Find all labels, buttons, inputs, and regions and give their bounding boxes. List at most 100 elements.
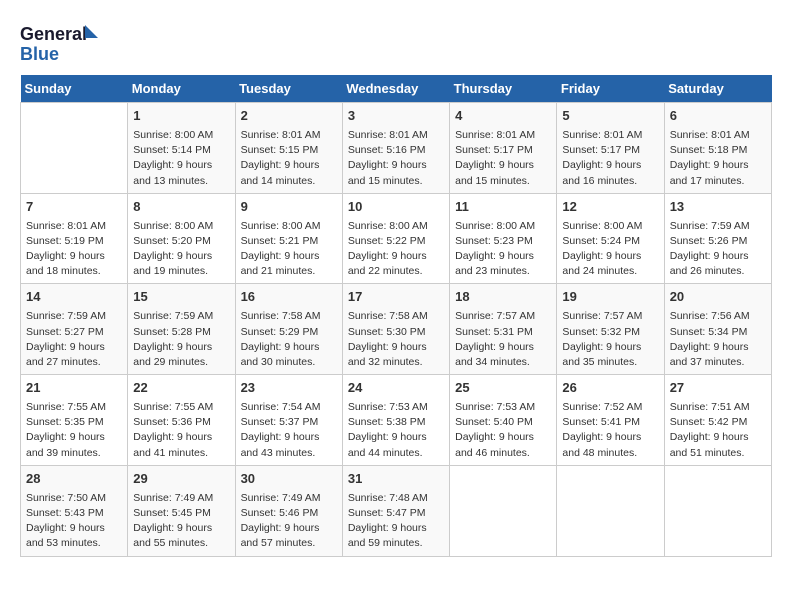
day-cell — [664, 465, 771, 556]
day-number: 19 — [562, 288, 658, 307]
day-number: 14 — [26, 288, 122, 307]
column-header-monday: Monday — [128, 75, 235, 103]
day-cell: 17 Sunrise: 7:58 AM Sunset: 5:30 PM Dayli… — [342, 284, 449, 375]
day-info: Sunrise: 7:48 AM Sunset: 5:47 PM Dayligh… — [348, 492, 428, 550]
day-cell: 3 Sunrise: 8:01 AM Sunset: 5:16 PM Daylig… — [342, 103, 449, 194]
day-cell: 16 Sunrise: 7:58 AM Sunset: 5:29 PM Dayli… — [235, 284, 342, 375]
day-info: Sunrise: 8:00 AM Sunset: 5:14 PM Dayligh… — [133, 129, 213, 187]
day-info: Sunrise: 8:01 AM Sunset: 5:16 PM Dayligh… — [348, 129, 428, 187]
day-cell: 25 Sunrise: 7:53 AM Sunset: 5:40 PM Dayli… — [450, 375, 557, 466]
svg-text:Blue: Blue — [20, 44, 59, 64]
day-info: Sunrise: 7:51 AM Sunset: 5:42 PM Dayligh… — [670, 401, 750, 459]
day-info: Sunrise: 7:49 AM Sunset: 5:45 PM Dayligh… — [133, 492, 213, 550]
column-header-wednesday: Wednesday — [342, 75, 449, 103]
day-info: Sunrise: 7:55 AM Sunset: 5:35 PM Dayligh… — [26, 401, 106, 459]
day-info: Sunrise: 7:57 AM Sunset: 5:31 PM Dayligh… — [455, 310, 535, 368]
day-number: 28 — [26, 470, 122, 489]
day-cell: 5 Sunrise: 8:01 AM Sunset: 5:17 PM Daylig… — [557, 103, 664, 194]
column-header-thursday: Thursday — [450, 75, 557, 103]
day-info: Sunrise: 8:01 AM Sunset: 5:17 PM Dayligh… — [562, 129, 642, 187]
day-cell: 27 Sunrise: 7:51 AM Sunset: 5:42 PM Dayli… — [664, 375, 771, 466]
day-info: Sunrise: 8:01 AM Sunset: 5:18 PM Dayligh… — [670, 129, 750, 187]
day-info: Sunrise: 7:58 AM Sunset: 5:30 PM Dayligh… — [348, 310, 428, 368]
svg-text:General: General — [20, 24, 87, 44]
day-cell: 8Sunrise: 8:00 AM Sunset: 5:20 PM Daylig… — [128, 193, 235, 284]
day-number: 7 — [26, 198, 122, 217]
week-row-2: 7 Sunrise: 8:01 AM Sunset: 5:19 PM Daylig… — [21, 193, 772, 284]
day-number: 3 — [348, 107, 444, 126]
day-cell: 21 Sunrise: 7:55 AM Sunset: 5:35 PM Dayli… — [21, 375, 128, 466]
day-number: 31 — [348, 470, 444, 489]
day-number: 25 — [455, 379, 551, 398]
day-info: Sunrise: 7:54 AM Sunset: 5:37 PM Dayligh… — [241, 401, 321, 459]
day-info: Sunrise: 7:57 AM Sunset: 5:32 PM Dayligh… — [562, 310, 642, 368]
calendar-table: SundayMondayTuesdayWednesdayThursdayFrid… — [20, 75, 772, 557]
day-number: 24 — [348, 379, 444, 398]
day-cell: 13Sunrise: 7:59 AM Sunset: 5:26 PM Dayli… — [664, 193, 771, 284]
day-info: Sunrise: 7:52 AM Sunset: 5:41 PM Dayligh… — [562, 401, 642, 459]
day-number: 17 — [348, 288, 444, 307]
day-number: 23 — [241, 379, 337, 398]
day-cell: 4Sunrise: 8:01 AM Sunset: 5:17 PM Daylig… — [450, 103, 557, 194]
day-cell: 22 Sunrise: 7:55 AM Sunset: 5:36 PM Dayli… — [128, 375, 235, 466]
day-cell: 24 Sunrise: 7:53 AM Sunset: 5:38 PM Dayli… — [342, 375, 449, 466]
day-number: 20 — [670, 288, 766, 307]
day-info: Sunrise: 7:50 AM Sunset: 5:43 PM Dayligh… — [26, 492, 106, 550]
week-row-4: 21 Sunrise: 7:55 AM Sunset: 5:35 PM Dayli… — [21, 375, 772, 466]
day-number: 15 — [133, 288, 229, 307]
day-cell: 9 Sunrise: 8:00 AM Sunset: 5:21 PM Daylig… — [235, 193, 342, 284]
column-header-saturday: Saturday — [664, 75, 771, 103]
day-cell: 14 Sunrise: 7:59 AM Sunset: 5:27 PM Dayli… — [21, 284, 128, 375]
day-cell: 23 Sunrise: 7:54 AM Sunset: 5:37 PM Dayli… — [235, 375, 342, 466]
day-info: Sunrise: 8:00 AM Sunset: 5:22 PM Dayligh… — [348, 220, 428, 278]
day-cell: 10 Sunrise: 8:00 AM Sunset: 5:22 PM Dayli… — [342, 193, 449, 284]
day-info: Sunrise: 8:01 AM Sunset: 5:15 PM Dayligh… — [241, 129, 321, 187]
day-cell: 7 Sunrise: 8:01 AM Sunset: 5:19 PM Daylig… — [21, 193, 128, 284]
day-info: Sunrise: 8:00 AM Sunset: 5:24 PM Dayligh… — [562, 220, 642, 278]
day-cell — [21, 103, 128, 194]
day-number: 11 — [455, 198, 551, 217]
day-cell: 29Sunrise: 7:49 AM Sunset: 5:45 PM Dayli… — [128, 465, 235, 556]
day-cell: 28 Sunrise: 7:50 AM Sunset: 5:43 PM Dayli… — [21, 465, 128, 556]
day-cell: 31 Sunrise: 7:48 AM Sunset: 5:47 PM Dayli… — [342, 465, 449, 556]
day-number: 5 — [562, 107, 658, 126]
logo-svg: GeneralBlue — [20, 20, 100, 65]
day-info: Sunrise: 7:59 AM Sunset: 5:27 PM Dayligh… — [26, 310, 106, 368]
day-number: 30 — [241, 470, 337, 489]
day-cell: 2 Sunrise: 8:01 AM Sunset: 5:15 PM Daylig… — [235, 103, 342, 194]
week-row-1: 1Sunrise: 8:00 AM Sunset: 5:14 PM Daylig… — [21, 103, 772, 194]
day-cell — [557, 465, 664, 556]
day-cell: 12 Sunrise: 8:00 AM Sunset: 5:24 PM Dayli… — [557, 193, 664, 284]
day-info: Sunrise: 7:53 AM Sunset: 5:38 PM Dayligh… — [348, 401, 428, 459]
day-number: 18 — [455, 288, 551, 307]
week-row-5: 28 Sunrise: 7:50 AM Sunset: 5:43 PM Dayli… — [21, 465, 772, 556]
day-info: Sunrise: 8:01 AM Sunset: 5:19 PM Dayligh… — [26, 220, 106, 278]
day-info: Sunrise: 8:00 AM Sunset: 5:21 PM Dayligh… — [241, 220, 321, 278]
day-number: 22 — [133, 379, 229, 398]
day-cell: 26Sunrise: 7:52 AM Sunset: 5:41 PM Dayli… — [557, 375, 664, 466]
column-header-sunday: Sunday — [21, 75, 128, 103]
day-info: Sunrise: 7:55 AM Sunset: 5:36 PM Dayligh… — [133, 401, 213, 459]
day-number: 16 — [241, 288, 337, 307]
column-header-tuesday: Tuesday — [235, 75, 342, 103]
logo: GeneralBlue — [20, 20, 100, 65]
day-cell: 15 Sunrise: 7:59 AM Sunset: 5:28 PM Dayli… — [128, 284, 235, 375]
day-info: Sunrise: 7:53 AM Sunset: 5:40 PM Dayligh… — [455, 401, 535, 459]
day-number: 27 — [670, 379, 766, 398]
day-number: 9 — [241, 198, 337, 217]
day-number: 6 — [670, 107, 766, 126]
day-cell: 11 Sunrise: 8:00 AM Sunset: 5:23 PM Dayli… — [450, 193, 557, 284]
day-info: Sunrise: 7:56 AM Sunset: 5:34 PM Dayligh… — [670, 310, 750, 368]
day-cell: 18 Sunrise: 7:57 AM Sunset: 5:31 PM Dayli… — [450, 284, 557, 375]
day-info: Sunrise: 7:59 AM Sunset: 5:26 PM Dayligh… — [670, 220, 750, 278]
day-number: 21 — [26, 379, 122, 398]
day-info: Sunrise: 8:00 AM Sunset: 5:23 PM Dayligh… — [455, 220, 535, 278]
day-cell: 20 Sunrise: 7:56 AM Sunset: 5:34 PM Dayli… — [664, 284, 771, 375]
day-cell: 1Sunrise: 8:00 AM Sunset: 5:14 PM Daylig… — [128, 103, 235, 194]
day-number: 2 — [241, 107, 337, 126]
day-info: Sunrise: 7:59 AM Sunset: 5:28 PM Dayligh… — [133, 310, 213, 368]
day-number: 12 — [562, 198, 658, 217]
day-number: 8 — [133, 198, 229, 217]
day-info: Sunrise: 7:58 AM Sunset: 5:29 PM Dayligh… — [241, 310, 321, 368]
day-number: 10 — [348, 198, 444, 217]
